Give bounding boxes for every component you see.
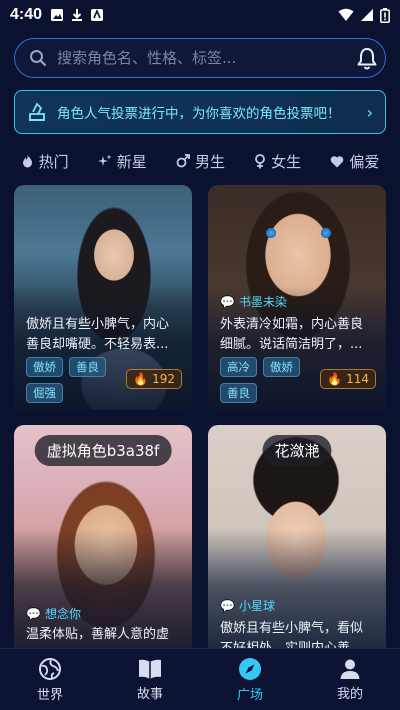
compass-icon — [239, 657, 261, 680]
tab-male[interactable]: 男生 — [176, 151, 225, 172]
tab-hot[interactable]: 热门 — [21, 151, 69, 172]
character-name: 虚拟角色b3a38f — [34, 435, 172, 466]
chat-bubble-icon: 💬 — [220, 294, 235, 309]
book-icon — [139, 659, 161, 679]
tab-label: 女生 — [271, 152, 302, 171]
tab-label: 新星 — [116, 152, 147, 171]
tab-female[interactable]: 女生 — [254, 151, 301, 172]
tag: 傲娇 — [26, 357, 63, 377]
sparkle-icon — [97, 154, 112, 166]
tab-favorite[interactable]: 偏爱 — [330, 151, 379, 172]
globe-icon — [39, 657, 61, 680]
tab-label: 热门 — [38, 152, 69, 171]
author-name: 想念你 — [44, 607, 81, 621]
character-card[interactable]: 傲娇且有些小脾气，内心善良却嘴硬。不轻易表... 傲娇 善良 倔强 🔥 192 — [14, 185, 192, 410]
character-feed[interactable]: 傲娇且有些小脾气，内心善良却嘴硬。不轻易表... 傲娇 善良 倔强 🔥 192 … — [0, 185, 400, 648]
tag: 倔强 — [26, 383, 63, 403]
bottom-navigation: 世界 故事 广场 我的 — [0, 648, 400, 710]
author-info: 💬 书墨未染 — [220, 293, 287, 310]
nav-label: 故事 — [136, 686, 163, 702]
tab-new-star[interactable]: 新星 — [97, 151, 147, 172]
likes-badge: 🔥 114 — [320, 369, 376, 389]
tag: 高冷 — [220, 357, 257, 377]
image-icon — [51, 9, 64, 21]
nav-square[interactable]: 广场 — [210, 657, 290, 703]
nav-story[interactable]: 故事 — [110, 658, 190, 702]
chevron-right-icon: › — [366, 102, 373, 122]
author-name: 书墨未染 — [238, 295, 287, 309]
download-icon — [72, 9, 83, 21]
author-info: 💬 小星球 — [220, 597, 275, 614]
fire-icon — [22, 155, 32, 168]
category-tabs: 热门 新星 男生 女生 偏爱 — [0, 146, 400, 176]
status-bar: 4:40 — [0, 0, 400, 30]
likes-badge: 🔥 192 — [126, 369, 182, 389]
author-name: 小星球 — [238, 599, 275, 613]
nav-label: 我的 — [336, 686, 363, 702]
character-card[interactable]: 虚拟角色b3a38f 💬 想念你 温柔体贴，善解人意的虚 — [14, 425, 192, 648]
likes-count: 114 — [346, 372, 369, 386]
bell-icon — [357, 48, 377, 70]
tag: 善良 — [220, 383, 257, 403]
fire-icon: 🔥 — [133, 372, 149, 386]
wifi-icon — [338, 8, 354, 21]
tab-label: 偏爱 — [349, 152, 380, 171]
vote-icon — [29, 102, 45, 121]
search-icon — [30, 50, 47, 67]
male-icon — [176, 154, 190, 168]
character-description: 傲娇且有些小脾气，内心善良却嘴硬。不轻易表... — [26, 317, 170, 352]
tag-list: 傲娇 善良 倔强 — [26, 357, 136, 403]
vote-banner[interactable]: 角色人气投票进行中，为你喜欢的角色投票吧！ › — [14, 90, 386, 134]
signal-icon — [361, 9, 373, 21]
heart-icon — [331, 155, 344, 167]
user-icon — [340, 659, 360, 679]
character-description: 温柔体贴，善解人意的虚 — [26, 627, 170, 642]
tab-label: 男生 — [194, 152, 225, 171]
character-name: 花潋滟 — [262, 435, 332, 466]
likes-count: 192 — [152, 372, 175, 386]
character-description: 外表清冷如霜，内心善良细腻。说话简洁明了，... — [220, 317, 364, 352]
tag: 善良 — [69, 357, 106, 377]
nav-profile[interactable]: 我的 — [310, 658, 390, 702]
nav-label: 世界 — [36, 687, 63, 703]
tag-list: 高冷 傲娇 善良 — [220, 357, 330, 403]
chat-bubble-icon: 💬 — [26, 606, 41, 621]
status-time: 4:40 — [10, 6, 43, 23]
notification-button[interactable] — [347, 39, 387, 79]
nav-world[interactable]: 世界 — [10, 657, 90, 703]
banner-text: 角色人气投票进行中，为你喜欢的角色投票吧！ — [57, 106, 341, 122]
female-icon — [255, 153, 266, 168]
tag: 傲娇 — [263, 357, 300, 377]
author-info: 💬 想念你 — [26, 605, 81, 622]
nav-label: 广场 — [236, 687, 263, 703]
app-notification-icon — [91, 8, 104, 21]
battery-icon — [380, 7, 390, 23]
character-description: 傲娇且有些小脾气，看似不好相处，实则内心善... — [220, 621, 364, 648]
search-bar[interactable] — [14, 38, 386, 78]
search-input[interactable] — [57, 49, 371, 67]
character-card[interactable]: 💬 书墨未染 外表清冷如霜，内心善良细腻。说话简洁明了，... 高冷 傲娇 善良… — [208, 185, 386, 410]
fire-icon: 🔥 — [327, 372, 343, 386]
character-card[interactable]: 花潋滟 💬 小星球 傲娇且有些小脾气，看似不好相处，实则内心善... — [208, 425, 386, 648]
chat-bubble-icon: 💬 — [220, 598, 235, 613]
